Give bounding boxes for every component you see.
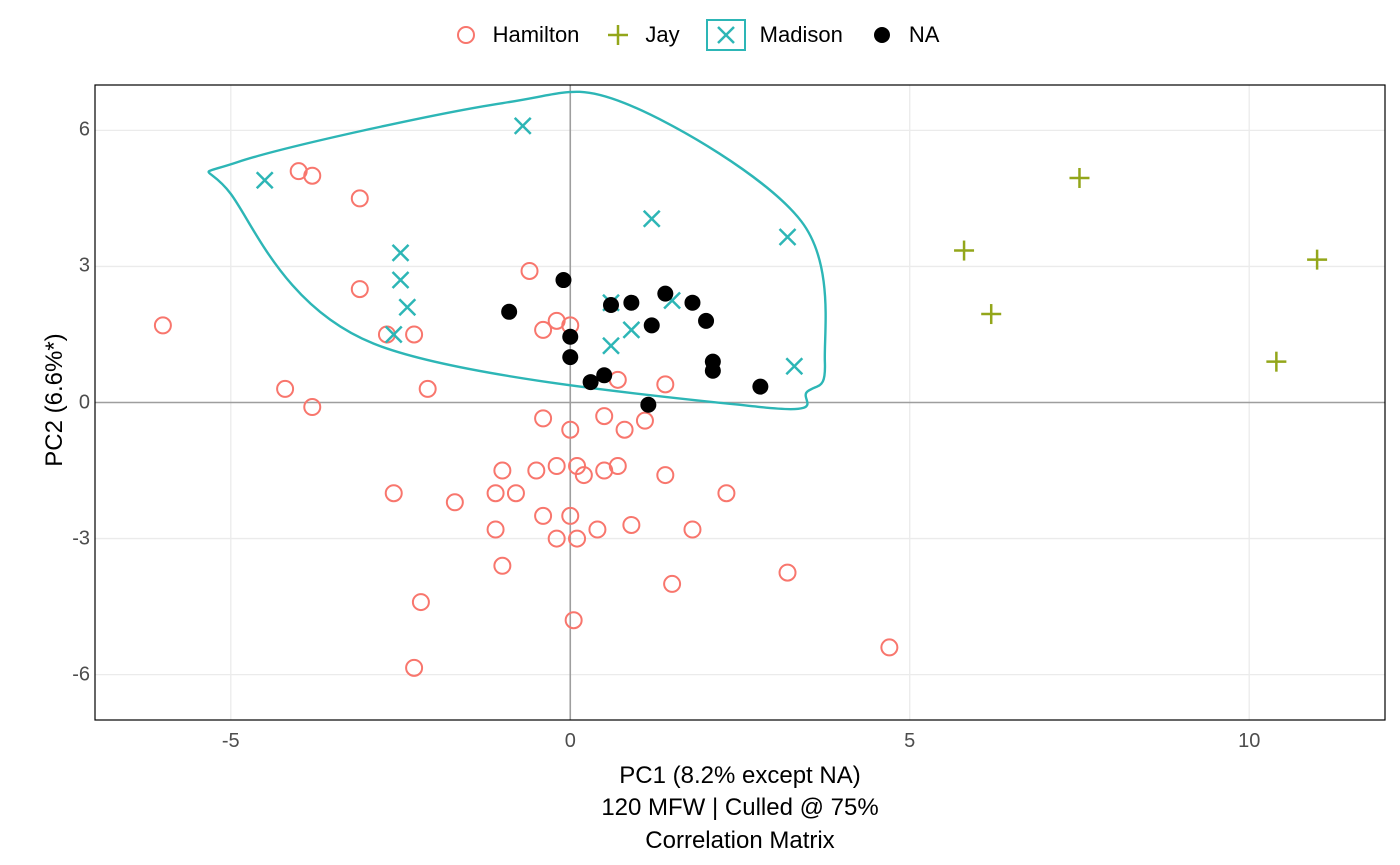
x-axis-label: PC1 (8.2% except NA) xyxy=(95,760,1385,792)
chart-subtitle-1: 120 MFW | Culled @ 75% xyxy=(95,792,1385,824)
legend-label: NA xyxy=(909,22,940,48)
y-tick-label: 0 xyxy=(50,391,90,414)
circle-open-icon xyxy=(453,22,479,48)
x-tick-label: 10 xyxy=(1238,730,1260,753)
x-tick-label: 5 xyxy=(904,730,915,753)
x-tick-label: -5 xyxy=(222,730,240,753)
legend-label: Jay xyxy=(645,22,679,48)
circle-solid-icon xyxy=(869,22,895,48)
plot-area xyxy=(0,0,1400,865)
x-axis-label-block: PC1 (8.2% except NA) 120 MFW | Culled @ … xyxy=(95,760,1385,857)
legend-entry-na: NA xyxy=(869,22,948,48)
y-tick-label: 6 xyxy=(50,119,90,142)
legend-entry-hamilton: Hamilton xyxy=(453,22,588,48)
legend-label: Hamilton xyxy=(493,22,580,48)
x-tick-label: 0 xyxy=(565,730,576,753)
cross-icon xyxy=(714,23,738,47)
y-tick-label: -3 xyxy=(50,527,90,550)
y-tick-label: -6 xyxy=(50,663,90,686)
plus-icon xyxy=(605,22,631,48)
legend: Hamilton Jay Madison NA xyxy=(0,0,1400,70)
legend-entry-jay: Jay xyxy=(605,22,687,48)
y-tick-label: 3 xyxy=(50,255,90,278)
legend-entry-madison: Madison xyxy=(706,19,851,51)
legend-box-icon xyxy=(706,19,746,51)
scatter-chart: Hamilton Jay Madison NA xyxy=(0,0,1400,865)
chart-subtitle-2: Correlation Matrix xyxy=(95,825,1385,857)
legend-label: Madison xyxy=(760,22,843,48)
